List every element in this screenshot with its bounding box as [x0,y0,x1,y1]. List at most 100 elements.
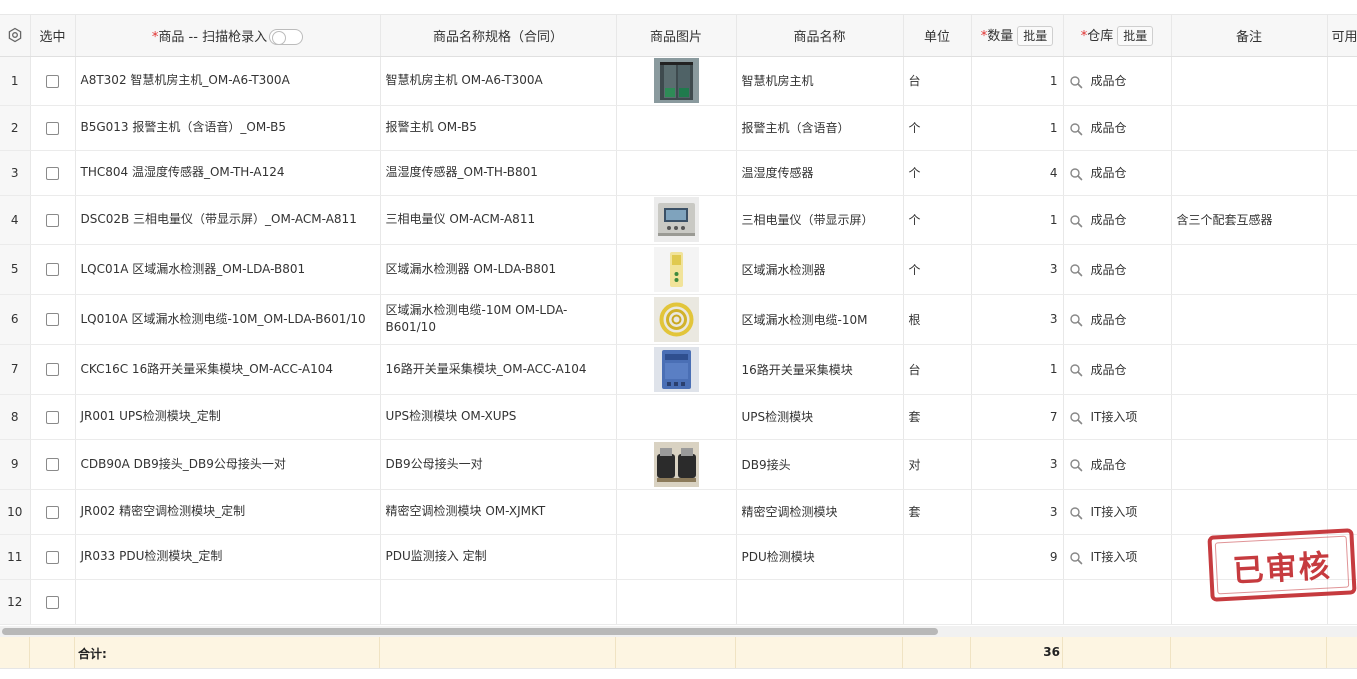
product-cell[interactable]: THC804 温湿度传感器_OM-TH-A124 [75,150,381,196]
row-select-cell[interactable] [30,56,76,106]
product-image[interactable] [653,58,699,103]
unit-cell[interactable]: 对 [903,439,972,490]
warehouse-cell[interactable]: 成品仓 [1063,244,1172,295]
product-cell[interactable]: DSC02B 三相电量仪（带显示屏）_OM-ACM-A811 [75,195,381,245]
remark-cell[interactable] [1171,105,1328,151]
horizontal-scrollbar[interactable] [0,626,1357,637]
warehouse-cell[interactable]: IT接入项 [1063,489,1172,535]
search-icon[interactable] [1069,458,1083,472]
table-row[interactable]: 4 DSC02B 三相电量仪（带显示屏）_OM-ACM-A811 三相电量仪 OM-… [0,195,1357,245]
name-cell[interactable]: DB9接头 [736,439,904,490]
warehouse-value[interactable]: 成品仓 [1091,363,1127,377]
product-cell[interactable]: JR033 PDU检测模块_定制 [75,534,381,580]
product-cell[interactable]: CDB90A DB9接头_DB9公母接头一对 [75,439,381,490]
table-row[interactable]: 3 THC804 温湿度传感器_OM-TH-A124 温湿度传感器_OM-TH-B8… [0,150,1357,196]
unit-cell[interactable]: 台 [903,56,972,106]
remark-cell[interactable] [1171,150,1328,196]
search-icon[interactable] [1069,411,1083,425]
name-cell[interactable]: 精密空调检测模块 [736,489,904,535]
spec-cell[interactable]: 精密空调检测模块 OM-XJMKT [380,489,617,535]
image-cell[interactable] [616,150,737,196]
name-cell[interactable]: PDU检测模块 [736,534,904,580]
product-cell[interactable]: CKC16C 16路开关量采集模块_OM-ACC-A104 [75,344,381,395]
row-checkbox[interactable] [46,313,59,326]
product-image[interactable] [653,441,699,487]
unit-cell[interactable]: 台 [903,344,972,395]
row-select-cell[interactable] [30,294,76,345]
row-checkbox[interactable] [46,74,59,88]
qty-cell[interactable]: 1 [971,105,1064,151]
table-row[interactable]: 12 [0,579,1357,625]
unit-cell[interactable]: 套 [903,394,972,440]
table-row[interactable]: 9 CDB90A DB9接头_DB9公母接头一对 DB9公母接头一对 DB9接头 对 3 成… [0,439,1357,490]
row-checkbox[interactable] [46,410,59,424]
warehouse-cell[interactable]: 成品仓 [1063,195,1172,245]
spec-cell[interactable]: 三相电量仪 OM-ACM-A811 [380,195,617,245]
warehouse-batch-button[interactable]: 批量 [1117,26,1154,46]
product-image[interactable] [653,346,699,392]
warehouse-cell[interactable]: 成品仓 [1063,150,1172,196]
search-icon[interactable] [1069,167,1083,181]
qty-cell[interactable]: 1 [971,56,1064,106]
warehouse-value[interactable]: IT接入项 [1091,505,1138,519]
warehouse-value[interactable]: 成品仓 [1091,458,1127,472]
row-select-cell[interactable] [30,394,76,440]
image-cell[interactable] [616,105,737,151]
image-cell[interactable] [616,579,737,625]
warehouse-value[interactable]: 成品仓 [1091,121,1127,135]
row-select-cell[interactable] [30,344,76,395]
warehouse-cell[interactable]: IT接入项 [1063,534,1172,580]
scrollbar-thumb[interactable] [2,628,938,635]
row-checkbox[interactable] [46,263,59,276]
image-cell[interactable] [616,344,737,395]
unit-cell[interactable]: 个 [903,150,972,196]
unit-cell[interactable]: 套 [903,489,972,535]
qty-cell[interactable]: 3 [971,439,1064,490]
spec-cell[interactable]: 区域漏水检测器 OM-LDA-B801 [380,244,617,295]
image-cell[interactable] [616,195,737,245]
warehouse-cell[interactable]: 成品仓 [1063,56,1172,106]
name-cell[interactable]: 区域漏水检测电缆-10M [736,294,904,345]
qty-cell[interactable]: 4 [971,150,1064,196]
search-icon[interactable] [1069,263,1083,277]
qty-batch-button[interactable]: 批量 [1017,26,1054,46]
row-select-cell[interactable] [30,489,76,535]
row-checkbox[interactable] [46,550,59,564]
spec-cell[interactable]: 16路开关量采集模块_OM-ACC-A104 [380,344,617,395]
product-image[interactable] [653,197,699,242]
row-select-cell[interactable] [30,439,76,490]
remark-cell[interactable] [1171,489,1328,535]
qty-cell[interactable]: 3 [971,489,1064,535]
image-cell[interactable] [616,439,737,490]
warehouse-cell[interactable]: 成品仓 [1063,439,1172,490]
row-checkbox[interactable] [46,121,59,135]
name-cell[interactable]: 温湿度传感器 [736,150,904,196]
table-row[interactable]: 7 CKC16C 16路开关量采集模块_OM-ACC-A104 16路开关量采集模块… [0,344,1357,395]
table-row[interactable]: 8 JR001 UPS检测模块_定制 UPS检测模块 OM-XUPS UPS检测模块 套… [0,394,1357,440]
image-cell[interactable] [616,294,737,345]
spec-cell[interactable] [380,579,617,625]
product-cell[interactable] [75,579,381,625]
spec-cell[interactable]: 报警主机 OM-B5 [380,105,617,151]
name-cell[interactable]: 报警主机（含语音） [736,105,904,151]
warehouse-value[interactable]: 成品仓 [1091,313,1127,327]
search-icon[interactable] [1069,363,1083,377]
warehouse-value[interactable]: IT接入项 [1091,410,1138,424]
row-checkbox[interactable] [46,505,59,519]
table-row[interactable]: 5 LQC01A 区域漏水检测器_OM-LDA-B801 区域漏水检测器 OM-LD… [0,244,1357,295]
column-settings-header[interactable] [0,15,31,57]
warehouse-value[interactable]: IT接入项 [1091,550,1138,564]
qty-cell[interactable]: 1 [971,195,1064,245]
unit-cell[interactable]: 个 [903,105,972,151]
warehouse-value[interactable]: 成品仓 [1091,74,1127,88]
qty-cell[interactable]: 3 [971,294,1064,345]
name-cell[interactable]: UPS检测模块 [736,394,904,440]
scanner-input-toggle[interactable] [269,29,304,45]
row-select-cell[interactable] [30,534,76,580]
spec-cell[interactable]: PDU监测接入 定制 [380,534,617,580]
search-icon[interactable] [1069,122,1083,136]
row-checkbox[interactable] [46,458,59,471]
remark-cell[interactable] [1171,439,1328,490]
unit-cell[interactable] [903,579,972,625]
row-checkbox[interactable] [46,166,59,180]
